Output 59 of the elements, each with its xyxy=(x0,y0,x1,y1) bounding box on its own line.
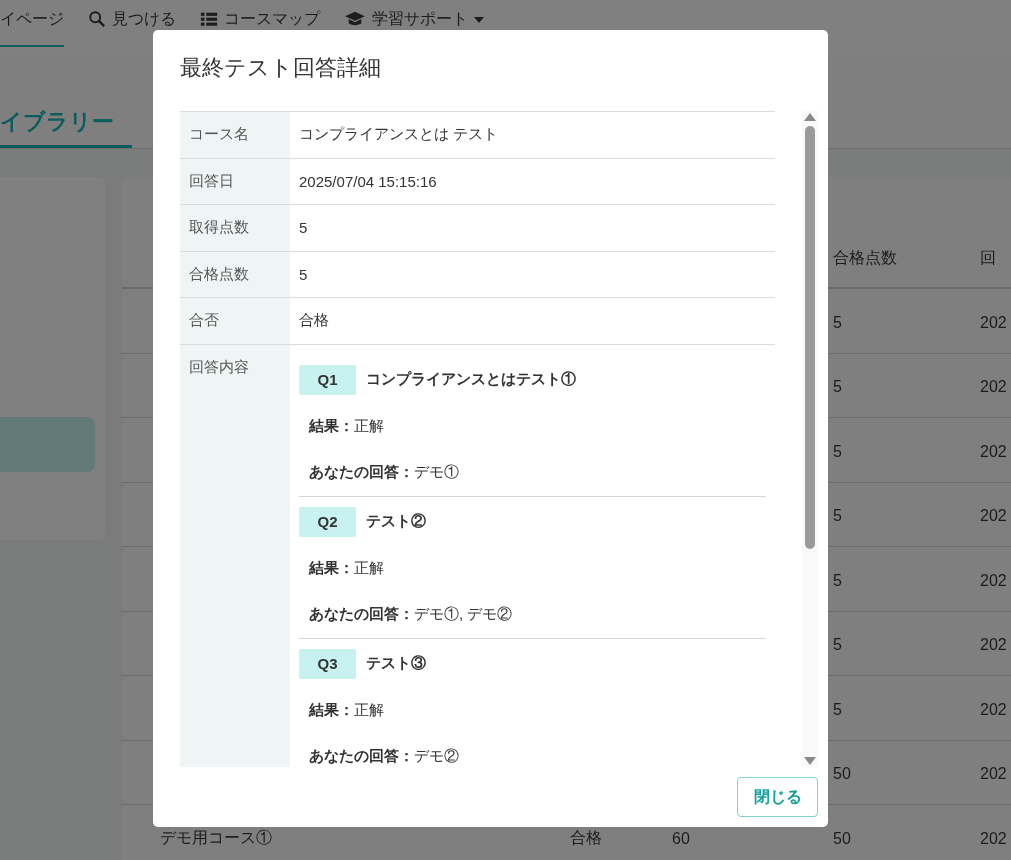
table-cell-text: 合格 xyxy=(570,828,603,849)
question-number: Q1 xyxy=(299,364,356,395)
field-label: 回答内容 xyxy=(180,344,290,767)
field-label: 合格点数 xyxy=(180,251,290,297)
field-value: 2025/07/04 15:15:16 xyxy=(298,171,438,192)
field-value: 合格 xyxy=(298,310,330,331)
column-header: 回 xyxy=(980,247,997,268)
scroll-up-icon[interactable] xyxy=(804,113,817,121)
nav-link[interactable]: コースマップ xyxy=(200,0,320,47)
field-value: コンプライアンスとは テスト xyxy=(298,124,500,145)
table-cell-text: 5 xyxy=(833,570,843,590)
nav-link[interactable]: イページ xyxy=(0,0,64,47)
table-cell-text: 5 xyxy=(833,441,843,461)
field-label: コース名 xyxy=(180,112,290,158)
table-cell-text: 5 xyxy=(833,699,843,719)
table-cell-text: 202 xyxy=(980,377,1008,397)
table-cell-text: 5 xyxy=(833,635,843,655)
question-number: Q2 xyxy=(299,506,356,537)
field-value: 5 xyxy=(298,218,309,239)
graduation-cap-icon xyxy=(344,10,366,28)
table-cell-text: 202 xyxy=(980,828,1008,848)
table-cell-text: 202 xyxy=(980,635,1008,655)
search-icon xyxy=(88,10,106,28)
result-text: 結果：正解 xyxy=(307,416,385,436)
field-label: 合否 xyxy=(180,298,290,344)
question-number: Q3 xyxy=(299,648,356,679)
column-header: 合格点数 xyxy=(833,247,898,268)
table-cell-text: 202 xyxy=(980,764,1008,784)
table-cell-text: 50 xyxy=(833,828,852,848)
table-cell-text: 202 xyxy=(980,699,1008,719)
your-answer-text: あなたの回答：デモ② xyxy=(308,746,460,766)
scroll-thumb[interactable] xyxy=(805,126,816,549)
table-cell-text: 202 xyxy=(980,506,1008,526)
field-label: 取得点数 xyxy=(180,205,290,251)
question-title: コンプライアンスとはテスト① xyxy=(366,370,576,389)
list-icon xyxy=(200,10,218,28)
table-cell-text: 50 xyxy=(833,764,852,784)
question-title: テスト③ xyxy=(366,654,426,673)
dialog-title: 最終テスト回答詳細 xyxy=(180,54,382,82)
table-cell-text: 202 xyxy=(980,570,1008,590)
result-text: 結果：正解 xyxy=(307,558,385,578)
table-cell-text: 202 xyxy=(980,312,1008,332)
table-cell-text: デモ用コース① xyxy=(159,828,273,849)
question-title: テスト② xyxy=(366,512,426,531)
table-cell-text: 60 xyxy=(672,828,691,848)
table-cell-text: 5 xyxy=(833,506,843,526)
table-cell-text: 5 xyxy=(833,312,843,332)
your-answer-text: あなたの回答：デモ① xyxy=(308,462,460,482)
field-label: 回答日 xyxy=(180,158,290,204)
result-text: 結果：正解 xyxy=(307,700,385,720)
scrollbar[interactable] xyxy=(802,111,818,767)
table-cell-text: 202 xyxy=(980,441,1008,461)
nav-link[interactable]: 見つける xyxy=(88,0,176,47)
your-answer-text: あなたの回答：デモ①, デモ② xyxy=(308,604,514,624)
nav-link[interactable]: 学習サポート xyxy=(344,0,484,47)
table-cell-text: 5 xyxy=(833,377,843,397)
scroll-down-icon[interactable] xyxy=(804,757,817,765)
close-button[interactable]: 閉じる xyxy=(737,777,818,817)
field-value: 5 xyxy=(298,264,309,285)
